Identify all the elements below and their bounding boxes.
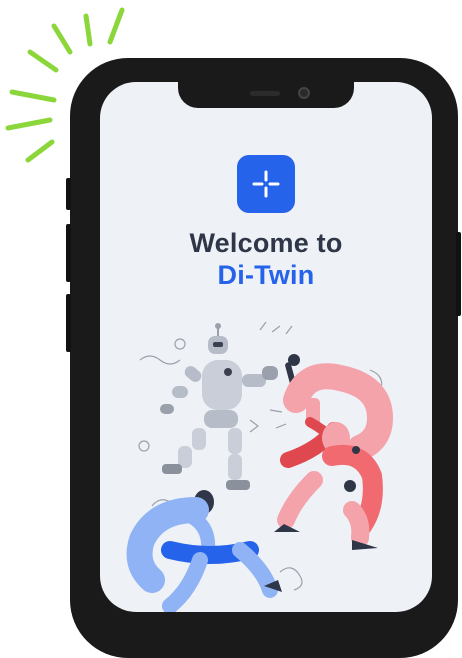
- mute-switch: [66, 178, 71, 210]
- volume-up-button: [66, 224, 71, 282]
- notch: [178, 82, 354, 108]
- app-logo: [237, 155, 295, 213]
- plus-sparkle-icon: [252, 170, 280, 198]
- volume-down-button: [66, 294, 71, 352]
- phone-screen: Welcome to Di-Twin: [100, 82, 432, 612]
- welcome-heading: Welcome to: [189, 228, 343, 258]
- front-camera-icon: [298, 87, 310, 99]
- robot-figure: [160, 323, 300, 490]
- app-name-heading: Di-Twin: [217, 260, 315, 290]
- pink-dancer-figure: [274, 363, 394, 550]
- power-button: [456, 232, 461, 316]
- speaker-grille: [250, 91, 280, 96]
- robot-and-dancers-illustration: [126, 321, 394, 612]
- blue-dancer-figure: [126, 490, 282, 612]
